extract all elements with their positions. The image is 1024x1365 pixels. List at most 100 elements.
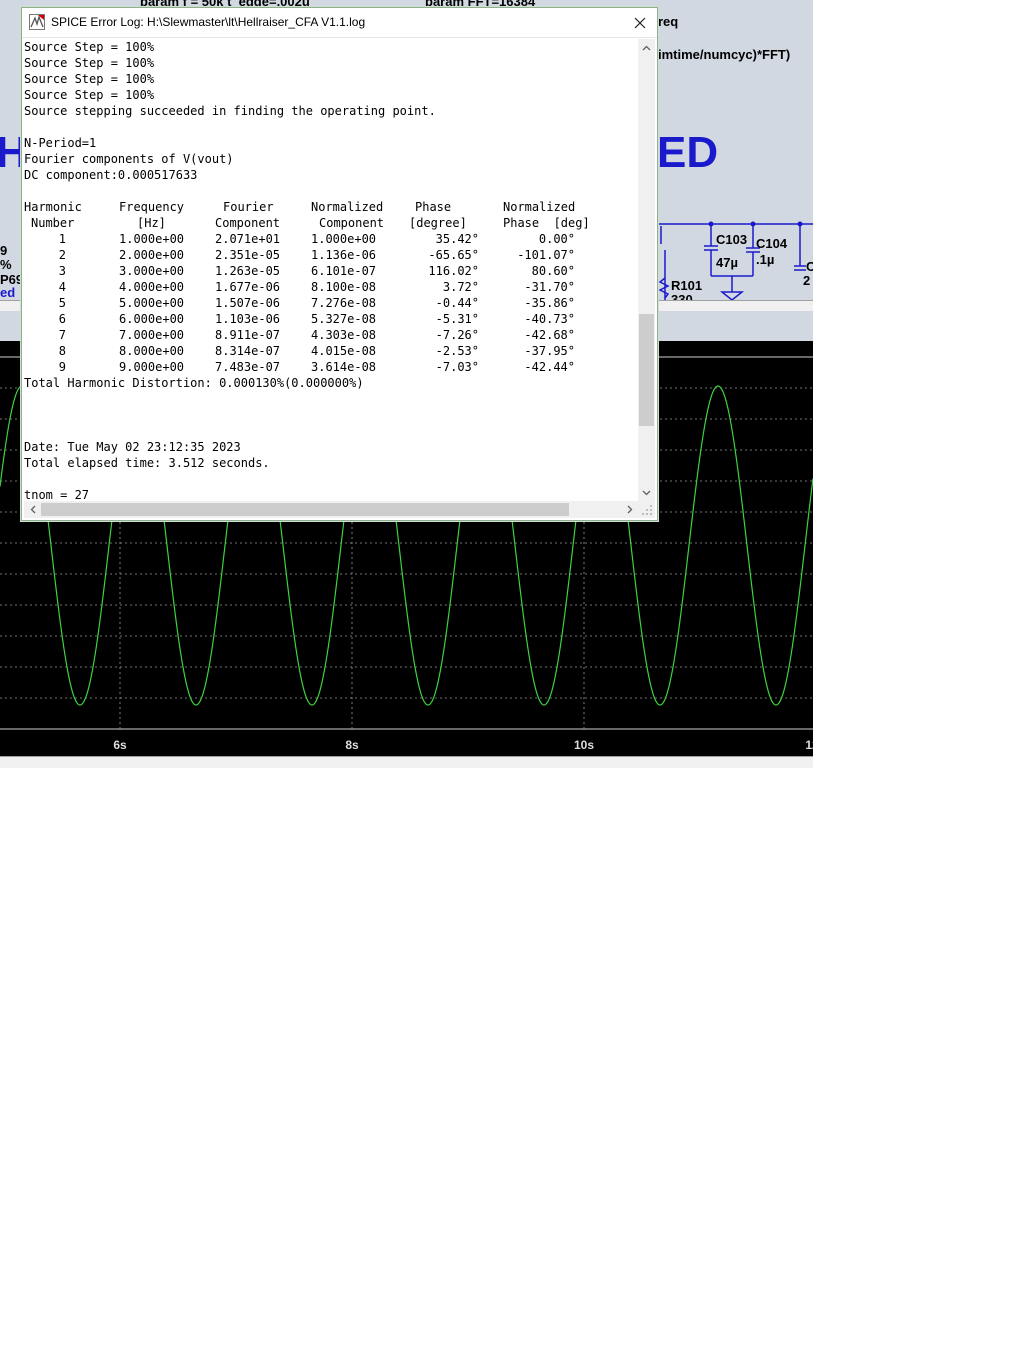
window-titlebar[interactable]: SPICE Error Log: H:\Slewmaster\lt\Hellra…	[22, 8, 657, 38]
scroll-up-button[interactable]	[638, 39, 655, 56]
c103-value: 47µ	[716, 255, 738, 270]
table-cell: 0.00°	[538, 232, 575, 246]
table-cell: -31.70°	[524, 280, 575, 294]
vertical-scroll-thumb[interactable]	[639, 314, 654, 426]
table-row: 2 2.000e+00 2.351e-05 1.136e-06 -65.65° -101.…	[24, 247, 638, 263]
table-header-cell: Normalized	[311, 200, 384, 214]
table-row: 6 6.000e+00 1.103e-06 5.327e-08 -5.31° -40.73…	[24, 311, 638, 327]
log-line: Fourier components of V(vout)	[24, 152, 234, 166]
table-cell: -2.53°	[435, 344, 479, 358]
table-cell: 6.101e-07	[311, 264, 377, 278]
table-cell: 5	[58, 296, 66, 310]
table-cell: -7.26°	[435, 328, 479, 342]
x-tick-label: 12	[805, 738, 813, 752]
table-cell: 7.483e-07	[215, 360, 281, 374]
table-header-cell: [Hz]	[137, 216, 166, 230]
log-line: Source Step = 100%	[24, 72, 155, 86]
table-cell: -35.86°	[524, 296, 575, 310]
x-tick-label: 6s	[113, 738, 127, 752]
table-cell: -42.44°	[524, 360, 575, 374]
table-cell: -65.65°	[428, 248, 479, 262]
r101-label: R101	[671, 278, 703, 293]
table-cell: 1.000e+00	[311, 232, 377, 246]
table-cell: 6.000e+00	[119, 312, 185, 326]
table-cell: 4.000e+00	[119, 280, 185, 294]
log-line: DC component:0.000517633	[24, 168, 198, 182]
left-fragment-1: 9	[0, 243, 8, 258]
param-directive-4: imtime/numcyc)*FFT)	[658, 47, 791, 62]
left-fragment-2: %	[0, 257, 12, 272]
table-cell: 4.303e-08	[311, 328, 377, 342]
table-cell: 5.000e+00	[119, 296, 185, 310]
vertical-scrollbar[interactable]	[638, 39, 655, 501]
log-line: Source stepping succeeded in finding the…	[24, 104, 436, 118]
scroll-down-button[interactable]	[638, 484, 655, 501]
x-tick-label: 10s	[573, 738, 595, 752]
table-cell: 8.314e-07	[215, 344, 281, 358]
log-line: tnom = 27	[24, 488, 90, 501]
left-fragment-4: ed	[0, 285, 16, 300]
scroll-left-button[interactable]	[24, 501, 41, 518]
table-cell: 2.071e+01	[215, 232, 281, 246]
scroll-right-button[interactable]	[621, 501, 638, 518]
log-preamble: Source Step = 100% Source Step = 100% Sour…	[24, 39, 638, 199]
table-cell: 80.60°	[531, 264, 575, 278]
table-header-cell: Harmonic	[24, 200, 82, 214]
table-row: 5 5.000e+00 1.507e-06 7.276e-08 -0.44° -35.86…	[24, 295, 638, 311]
table-cell: 9	[58, 360, 66, 374]
horizontal-scrollbar[interactable]	[24, 501, 638, 518]
status-strip	[0, 756, 813, 768]
table-cell: 1.103e-06	[215, 312, 281, 326]
table-cell: -7.03°	[435, 360, 479, 374]
log-line: N-Period=1	[24, 136, 97, 150]
log-text-area[interactable]: Source Step = 100% Source Step = 100% Sour…	[24, 39, 638, 501]
table-cell: 4.015e-08	[311, 344, 377, 358]
spice-error-log-window[interactable]: SPICE Error Log: H:\Slewmaster\lt\Hellra…	[21, 7, 658, 521]
table-cell: 1.000e+00	[119, 232, 185, 246]
table-header-cell: Normalized	[503, 200, 576, 214]
table-cell: 1.263e-05	[215, 264, 281, 278]
horizontal-scroll-thumb[interactable]	[41, 503, 569, 516]
table-cell: -5.31°	[435, 312, 479, 326]
table-cell: 35.42°	[435, 232, 479, 246]
log-line: Total elapsed time: 3.512 seconds.	[24, 456, 270, 470]
table-row: 9 9.000e+00 7.483e-07 3.614e-08 -7.03° -42.44…	[24, 359, 638, 375]
table-cell: 8	[58, 344, 66, 358]
resize-grip[interactable]	[638, 501, 655, 518]
table-cell: -42.68°	[524, 328, 575, 342]
log-line: Source Step = 100%	[24, 56, 155, 70]
table-row: 4 4.000e+00 1.677e-06 8.100e-08 3.72° -31.70°	[24, 279, 638, 295]
table-cell: 1.507e-06	[215, 296, 281, 310]
resize-grip-icon	[642, 505, 652, 515]
table-header-cell: Fourier	[223, 200, 274, 214]
table-header-cell: Number	[31, 216, 75, 230]
right-fragment-2: 2	[803, 273, 811, 288]
table-header-cell: Frequency	[119, 200, 185, 214]
param-directive-3: req	[658, 14, 679, 29]
table-cell: -37.95°	[524, 344, 575, 358]
schematic-title-right: ED	[657, 128, 719, 177]
table-cell: 3.000e+00	[119, 264, 185, 278]
table-header-cell: Component	[319, 216, 385, 230]
c104-label: C104	[756, 236, 788, 251]
table-cell: 8.000e+00	[119, 344, 185, 358]
table-cell: 5.327e-08	[311, 312, 377, 326]
table-cell: 8.911e-07	[215, 328, 281, 342]
table-cell: 1	[58, 232, 66, 246]
table-row: 8 8.000e+00 8.314e-07 4.015e-08 -2.53° -37.95…	[24, 343, 638, 359]
r101-value: 330	[671, 292, 693, 300]
x-tick-label: 8s	[345, 738, 359, 752]
log-line: Date: Tue May 02 23:12:35 2023	[24, 440, 241, 454]
table-header-cell: Phase	[415, 200, 452, 214]
table-cell: -101.07°	[517, 248, 575, 262]
table-header-cell: Phase [deg]	[503, 216, 590, 230]
log-summary: Total Harmonic Distortion: 0.000130%(0.0…	[24, 375, 638, 501]
log-line: Source Step = 100%	[24, 40, 155, 54]
close-button[interactable]	[623, 8, 657, 37]
chevron-right-icon	[627, 505, 632, 514]
table-header-cell: [degree]	[409, 216, 467, 230]
